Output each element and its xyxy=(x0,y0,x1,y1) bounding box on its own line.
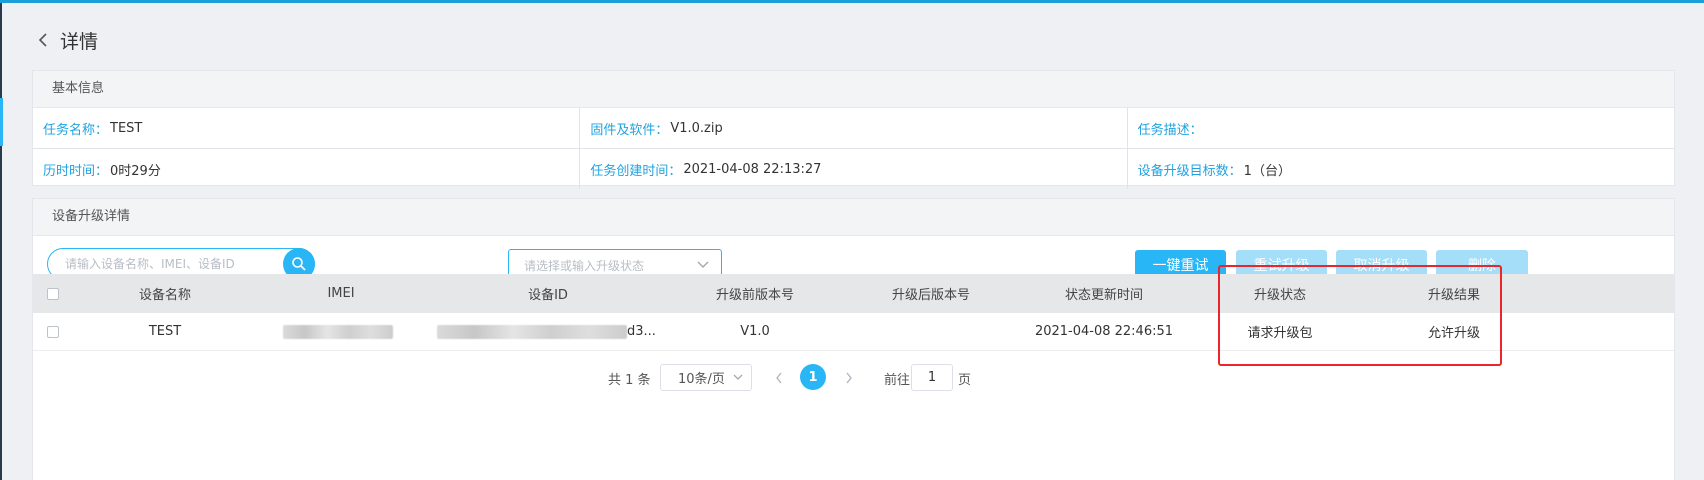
info-cell-task-description: 任务描述： xyxy=(1128,108,1674,148)
select-all-checkbox[interactable] xyxy=(47,287,59,300)
page-size-value: 10条/页 xyxy=(678,372,725,387)
basic-info-panel: 基本信息 任务名称： TEST 固件及软件： V1.0.zip 任务描述： 历时… xyxy=(32,70,1675,189)
left-nav-active-marker xyxy=(0,98,3,146)
column-header-imei: IMEI xyxy=(327,286,355,301)
pagination-total: 共 1 条 xyxy=(608,373,651,388)
cell-device-id: d3... xyxy=(437,324,656,339)
info-cell-firmware: 固件及软件： V1.0.zip xyxy=(580,108,1128,148)
row-checkbox[interactable] xyxy=(47,325,59,338)
pagination: 共 1 条 10条/页 1 前往 页 xyxy=(33,364,1674,392)
cell-upgrade-status: 请求升级包 xyxy=(1247,326,1313,341)
page-title: 详情 xyxy=(60,30,99,53)
device-upgrade-panel: 设备升级详情 请选择或输入升级状态 一键重试 重试升级 取消升级 删除 设备名称… xyxy=(32,198,1675,480)
left-nav-edge xyxy=(0,3,2,480)
info-cell-duration: 历时时间： 0时29分 xyxy=(33,149,581,189)
page-header: 详情 xyxy=(32,24,98,56)
info-row: 任务名称： TEST 固件及软件： V1.0.zip 任务描述： xyxy=(33,108,1674,149)
info-value: 2021-04-08 22:13:27 xyxy=(683,161,822,177)
goto-unit: 页 xyxy=(958,373,972,388)
info-label: 历时时间： xyxy=(43,163,109,179)
page-size-select[interactable]: 10条/页 xyxy=(660,364,752,391)
column-header-upgrade-status: 升级状态 xyxy=(1253,288,1306,303)
device-id-redacted xyxy=(437,324,627,339)
chevron-down-icon xyxy=(733,370,743,385)
search-input[interactable] xyxy=(63,256,282,272)
chevron-right-icon[interactable] xyxy=(841,367,857,389)
cell-version-before: V1.0 xyxy=(740,324,770,339)
info-value: V1.0.zip xyxy=(670,120,723,136)
info-label: 任务描述： xyxy=(1137,122,1203,138)
info-value: 1（台） xyxy=(1243,163,1291,179)
info-cell-created-time: 任务创建时间： 2021-04-08 22:13:27 xyxy=(580,149,1128,189)
table-header: 设备名称 IMEI 设备ID 升级前版本号 升级后版本号 状态更新时间 升级状态… xyxy=(33,274,1674,313)
device-id-suffix: d3... xyxy=(627,324,656,339)
goto-page-input[interactable] xyxy=(911,364,953,391)
info-cell-task-name: 任务名称： TEST xyxy=(33,108,581,148)
info-label: 固件及软件： xyxy=(590,122,669,138)
chevron-left-icon[interactable] xyxy=(32,29,54,51)
top-strip xyxy=(0,0,1704,3)
info-value: TEST xyxy=(110,120,143,136)
table-row[interactable]: TEST d3... V1.0 2021-04-08 22:46:51 请求升级… xyxy=(33,313,1674,351)
info-value: 0时29分 xyxy=(110,163,161,179)
column-header-device-id: 设备ID xyxy=(528,288,568,303)
column-header-version-before: 升级前版本号 xyxy=(715,288,794,303)
info-cell-target-count: 设备升级目标数： 1（台） xyxy=(1128,149,1674,189)
info-label: 设备升级目标数： xyxy=(1137,163,1242,179)
chevron-down-icon xyxy=(697,258,709,272)
info-label: 任务名称： xyxy=(43,122,109,138)
column-header-updated-time: 状态更新时间 xyxy=(1064,288,1143,303)
basic-info-title: 基本信息 xyxy=(33,71,1674,108)
cell-device-name: TEST xyxy=(148,324,182,339)
column-header-device-name: 设备名称 xyxy=(138,288,191,303)
cell-upgrade-result: 允许升级 xyxy=(1427,326,1480,341)
goto-label: 前往 xyxy=(884,373,911,388)
column-header-upgrade-result: 升级结果 xyxy=(1427,288,1480,303)
status-select-placeholder: 请选择或输入升级状态 xyxy=(524,258,645,273)
column-header-version-after: 升级后版本号 xyxy=(891,288,970,303)
device-table: 设备名称 IMEI 设备ID 升级前版本号 升级后版本号 状态更新时间 升级状态… xyxy=(33,274,1674,351)
page-number-current[interactable]: 1 xyxy=(800,364,826,390)
chevron-left-icon[interactable] xyxy=(771,367,787,389)
cell-imei-redacted xyxy=(283,324,393,339)
device-upgrade-title: 设备升级详情 xyxy=(33,199,1674,236)
info-row: 历时时间： 0时29分 任务创建时间： 2021-04-08 22:13:27 … xyxy=(33,149,1674,189)
cell-updated-time: 2021-04-08 22:46:51 xyxy=(1034,324,1174,339)
info-label: 任务创建时间： xyxy=(590,163,682,179)
